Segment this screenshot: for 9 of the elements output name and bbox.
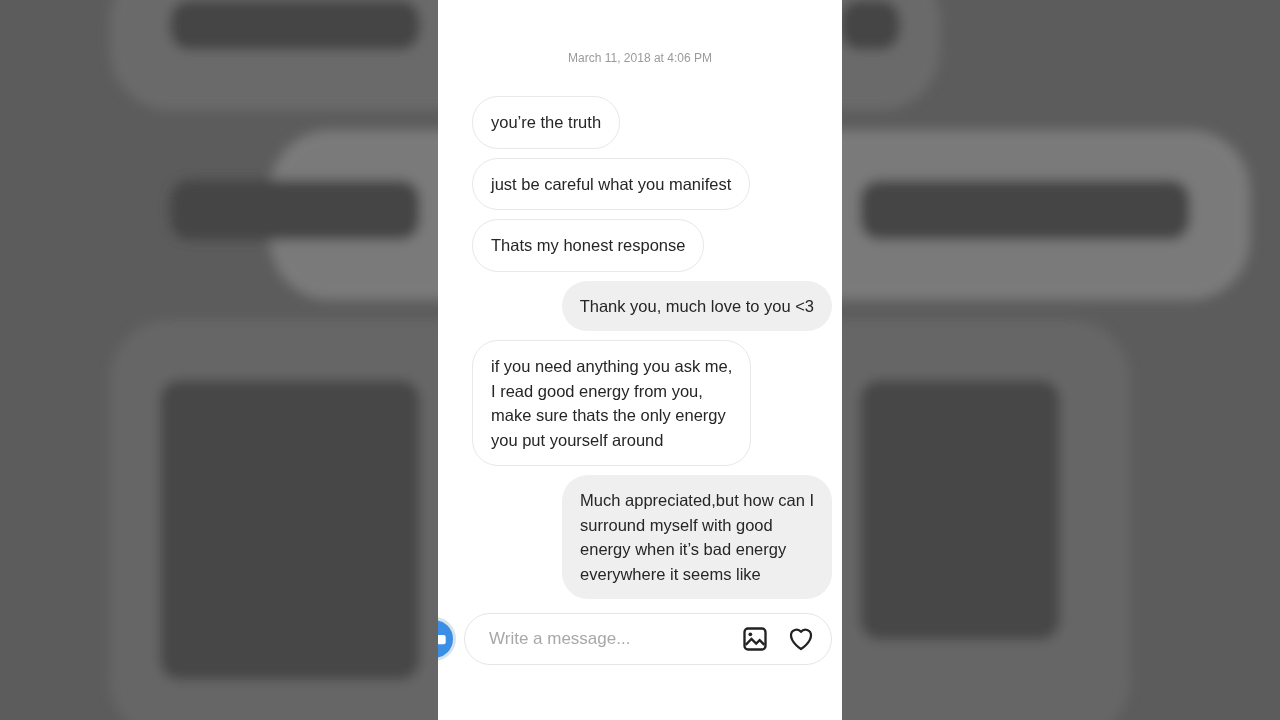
message-bubble: if you need anything you ask me, I read good energy from you, make sure thats the only energy you put yourself around <box>472 340 752 466</box>
message-input[interactable]: Write a message... <box>487 628 725 650</box>
message-bubble: just be careful what you manifest <box>472 157 751 210</box>
timestamp: March 11, 2018 at 4:06 PM <box>568 51 712 65</box>
image-icon[interactable] <box>741 625 769 653</box>
message-bubble: Thats my honest response <box>472 219 705 272</box>
message-bubble: Much appreciated,but how can I surround myself with good energy when it’s bad energy everywhere it seems like <box>562 475 832 599</box>
message-bubble: you’re the truth <box>472 96 621 149</box>
message-bubble: Thank you, much love to you <3 <box>561 280 832 331</box>
